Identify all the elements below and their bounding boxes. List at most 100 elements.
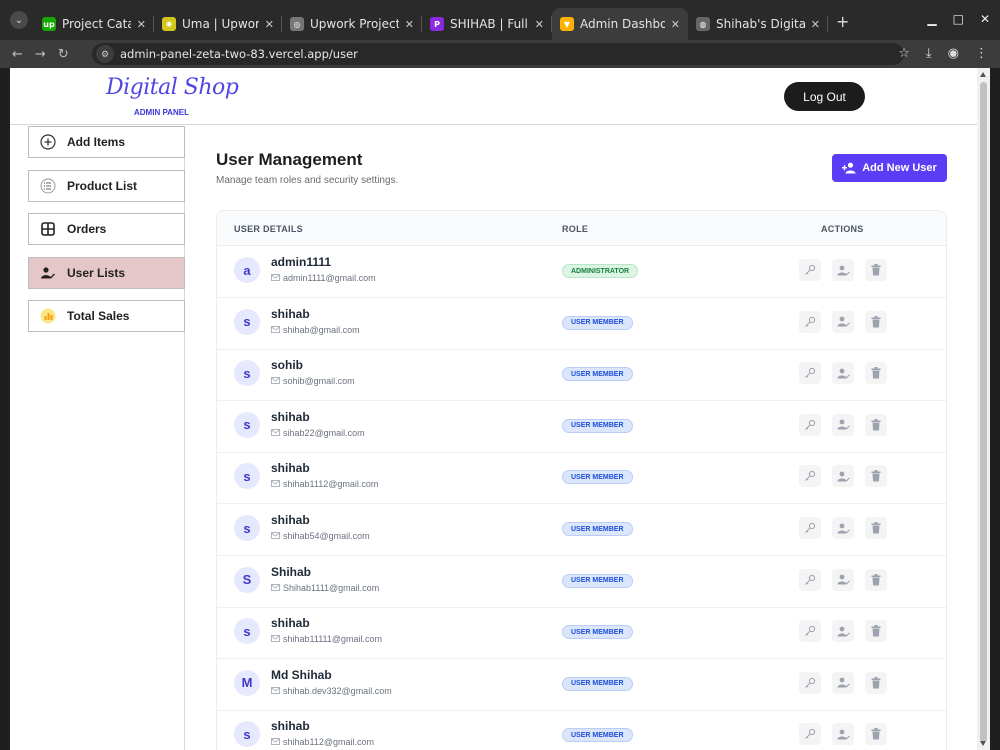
user-edit-icon[interactable] <box>832 620 854 643</box>
user-email-text: shihab112@gmail.com <box>283 737 375 748</box>
key-icon[interactable] <box>799 465 821 488</box>
browser-tab[interactable]: ◎ Upwork Project Ca ✕ <box>282 8 422 40</box>
browser-tab[interactable]: ✺ Uma | Upwork ✕ <box>154 8 282 40</box>
trash-icon[interactable] <box>865 568 887 591</box>
key-icon[interactable] <box>799 362 821 385</box>
user-edit-icon[interactable] <box>832 465 854 488</box>
user-edit-icon[interactable] <box>832 723 854 746</box>
user-edit-icon[interactable] <box>832 310 854 333</box>
key-icon[interactable] <box>799 517 821 539</box>
sidebar-item-total-sales[interactable]: Total Sales <box>28 300 185 332</box>
key-icon[interactable] <box>799 568 821 591</box>
key-icon[interactable] <box>799 620 821 643</box>
table-row: s shihab shihab@gmail.com USER MEMBER <box>217 298 946 350</box>
mail-icon <box>271 737 280 747</box>
minimize-icon[interactable]: ▁ <box>927 12 936 26</box>
sidebar-item-orders[interactable]: Orders <box>28 213 185 245</box>
trash-icon[interactable] <box>865 310 887 333</box>
reload-icon[interactable]: ↻ <box>58 47 69 62</box>
sidebar-item-user-lists[interactable]: User Lists <box>28 257 185 289</box>
new-tab-button[interactable]: + <box>836 12 849 31</box>
browser-tab[interactable]: ◍ Shihab's Digital Sh ✕ <box>688 8 828 40</box>
app-header: Digital Shop ADMIN PANEL Log Out <box>10 68 977 125</box>
grid-icon <box>39 220 57 238</box>
user-name: admin1111 <box>271 255 332 269</box>
address-bar[interactable]: ⚙ admin-panel-zeta-two-83.vercel.app/use… <box>92 43 904 65</box>
trash-icon[interactable] <box>865 723 887 746</box>
page-scrollbar[interactable] <box>977 68 990 750</box>
role-badge: USER MEMBER <box>562 676 633 691</box>
user-edit-icon[interactable] <box>832 362 854 385</box>
user-email-text: shihab1112@gmail.com <box>283 479 379 490</box>
row-actions <box>799 723 887 746</box>
user-email-text: sihab22@gmail.com <box>283 427 365 438</box>
menu-kebab-icon[interactable]: ⋮ <box>975 46 988 61</box>
close-tab-icon[interactable]: ✕ <box>405 18 414 31</box>
role-badge: USER MEMBER <box>562 573 633 588</box>
avatar: s <box>234 308 260 335</box>
forward-icon[interactable]: → <box>35 47 46 62</box>
url-text[interactable]: admin-panel-zeta-two-83.vercel.app/user <box>120 47 358 61</box>
back-icon[interactable]: ← <box>12 47 23 62</box>
logo[interactable]: Digital Shop <box>106 75 239 100</box>
close-tab-icon[interactable]: ✕ <box>535 18 544 31</box>
mail-icon <box>271 428 280 438</box>
key-icon[interactable] <box>799 723 821 746</box>
bookmark-star-icon[interactable]: ☆ <box>898 46 910 61</box>
key-icon[interactable] <box>799 310 821 333</box>
user-email: sihab22@gmail.com <box>271 428 365 438</box>
row-actions <box>799 413 887 436</box>
scrollbar-thumb[interactable] <box>980 82 987 742</box>
profile-icon[interactable]: ◉ <box>948 46 959 61</box>
logout-button[interactable]: Log Out <box>784 82 865 111</box>
tab-search-icon[interactable]: ⌄ <box>10 11 28 29</box>
trash-icon[interactable] <box>865 259 887 281</box>
close-tab-icon[interactable]: ✕ <box>811 18 820 31</box>
key-icon[interactable] <box>799 671 821 694</box>
avatar: a <box>234 257 260 283</box>
add-new-user-label: Add New User <box>862 162 937 174</box>
trash-icon[interactable] <box>865 413 887 436</box>
add-new-user-button[interactable]: Add New User <box>832 154 947 182</box>
browser-tab[interactable]: P SHIHAB | Full Stac ✕ <box>422 8 552 40</box>
key-icon[interactable] <box>799 413 821 436</box>
sidebar-item-product-list[interactable]: Product List <box>28 170 185 202</box>
user-edit-icon[interactable] <box>832 259 854 281</box>
avatar: S <box>234 566 260 593</box>
user-email: shihab.dev332@gmail.com <box>271 686 392 696</box>
site-settings-icon[interactable]: ⚙ <box>96 45 114 63</box>
user-edit-icon[interactable] <box>832 568 854 591</box>
add-user-icon <box>842 162 856 174</box>
browser-tab[interactable]: ▼ Admin Dashboard ✕ <box>552 8 688 40</box>
user-edit-icon[interactable] <box>832 671 854 694</box>
mail-icon <box>271 376 280 386</box>
user-email: sohib@gmail.com <box>271 376 355 386</box>
download-icon[interactable]: ⤓ <box>926 46 932 61</box>
trash-icon[interactable] <box>865 517 887 539</box>
column-user-details: USER DETAILS <box>234 224 303 234</box>
trash-icon[interactable] <box>865 620 887 643</box>
close-window-icon[interactable]: ✕ <box>980 12 990 26</box>
key-icon[interactable] <box>799 259 821 281</box>
user-name: shihab <box>271 719 310 734</box>
user-edit-icon[interactable] <box>832 517 854 539</box>
sun-icon: ✺ <box>162 17 176 31</box>
table-row: a admin1111 admin1111@gmail.com ADMINISTRAT… <box>217 246 946 298</box>
row-actions <box>799 517 887 539</box>
user-email-text: shihab54@gmail.com <box>283 531 370 541</box>
sidebar-item-add-items[interactable]: Add Items <box>28 126 185 158</box>
user-edit-icon[interactable] <box>832 413 854 436</box>
page-title: User Management <box>216 150 363 169</box>
sidebar-item-label: Add Items <box>67 135 126 149</box>
trash-icon[interactable] <box>865 465 887 488</box>
close-tab-icon[interactable]: ✕ <box>137 18 146 31</box>
close-tab-icon[interactable]: ✕ <box>265 18 274 31</box>
avatar: s <box>234 463 260 490</box>
close-tab-icon[interactable]: ✕ <box>671 18 680 31</box>
trash-icon[interactable] <box>865 362 887 385</box>
user-name: Md Shihab <box>271 667 332 682</box>
table-row: S Shihab Shihab1111@gmail.com USER MEMBER <box>217 556 946 608</box>
trash-icon[interactable] <box>865 671 887 694</box>
browser-tab[interactable]: up Project Catalog | U ✕ <box>34 8 154 40</box>
maximize-icon[interactable]: □ <box>953 12 964 26</box>
